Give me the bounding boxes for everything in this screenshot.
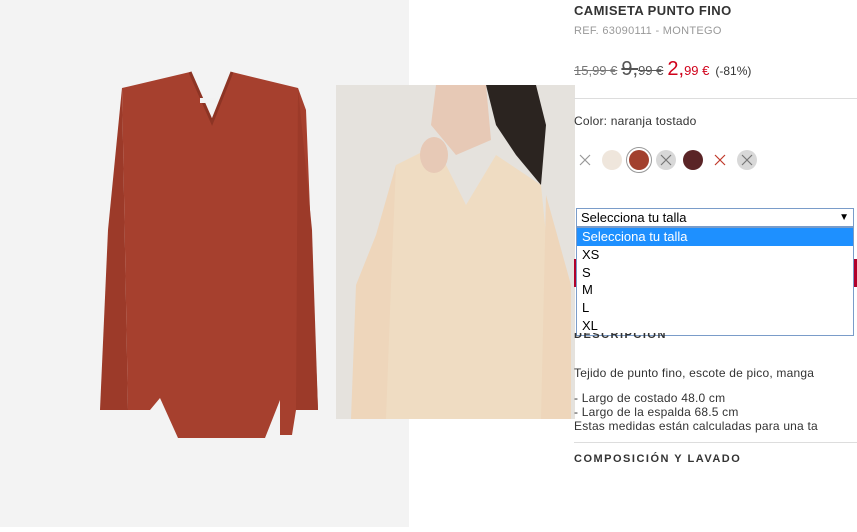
composition-heading[interactable]: COMPOSICIÓN Y LAVADO (574, 453, 741, 465)
unavailable-swatch[interactable] (575, 150, 595, 170)
measure-back-length: - Largo de la espalda 68.5 cm (574, 405, 739, 419)
size-option-xl[interactable]: XL (577, 317, 853, 335)
grey2-unavailable-swatch[interactable] (737, 150, 757, 170)
original-price: 15,99 € (574, 63, 618, 78)
size-select-value: Selecciona tu talla (581, 210, 687, 225)
color-swatches (575, 147, 757, 173)
discount-badge: (-81%) (715, 64, 752, 78)
measure-note: Estas medidas están calculadas para una … (574, 419, 818, 433)
size-option-l[interactable]: L (577, 299, 853, 317)
size-option-m[interactable]: M (577, 281, 853, 299)
measurements: - Largo de costado 48.0 cm - Largo de la… (574, 391, 818, 433)
description-text: Tejido de punto fino, escote de pico, ma… (574, 366, 815, 380)
size-dropdown: Selecciona tu talla XS S M L XL (576, 227, 854, 336)
sale-price-dec: 99 € (684, 63, 710, 78)
measure-side-length: - Largo de costado 48.0 cm (574, 391, 726, 405)
size-option-s[interactable]: S (577, 264, 853, 282)
product-reference: REF. 63090111 - MONTEGO (574, 25, 722, 37)
red-unavailable-swatch[interactable] (710, 150, 730, 170)
sale-price: 2, 99 € (667, 58, 709, 81)
model-photo (336, 85, 575, 419)
size-option-xs[interactable]: XS (577, 246, 853, 264)
previous-price: 9, 99 € (621, 58, 663, 81)
color-label: Color: naranja tostado (574, 114, 697, 128)
cross-icon (579, 154, 591, 166)
product-title: CAMISETA PUNTO FINO (574, 3, 732, 18)
cross-icon (660, 154, 672, 166)
price-block: 15,99 € 9, 99 € 2, 99 € (-81%) (574, 58, 751, 81)
previous-price-dec: 99 € (638, 63, 664, 78)
cross-icon (741, 154, 753, 166)
burnt-orange-swatch[interactable] (626, 147, 652, 173)
model-image[interactable] (336, 85, 575, 419)
previous-price-int: 9, (621, 58, 639, 80)
cross-icon (714, 154, 726, 166)
sale-price-int: 2, (667, 58, 685, 80)
burgundy-swatch[interactable] (683, 150, 703, 170)
divider (574, 442, 857, 443)
chevron-down-icon: ▼ (839, 212, 849, 223)
size-option[interactable]: Selecciona tu talla (577, 228, 853, 246)
divider (574, 98, 857, 99)
size-select[interactable]: Selecciona tu talla ▼ (576, 208, 854, 227)
cream-swatch[interactable] (602, 150, 622, 170)
grey-unavailable-swatch[interactable] (656, 150, 676, 170)
